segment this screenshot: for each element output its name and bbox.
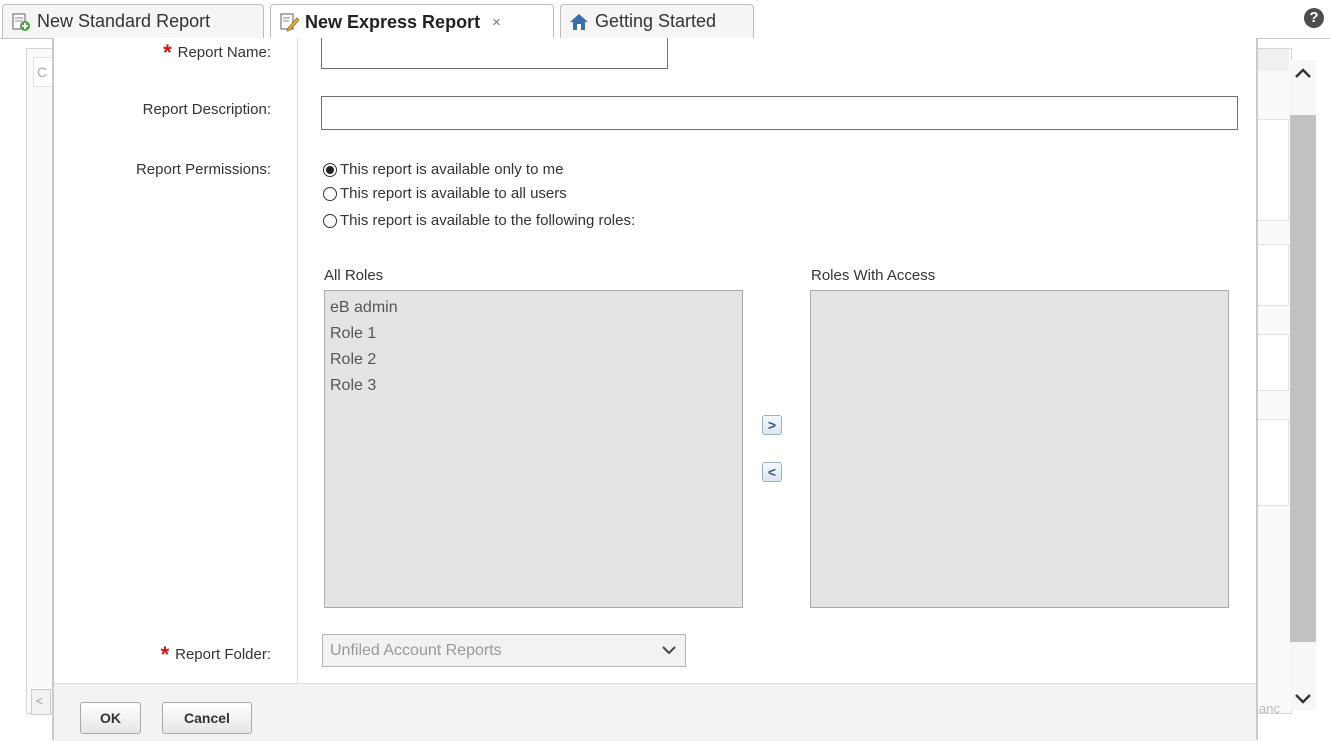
report-description-input[interactable]	[321, 96, 1238, 130]
report-name-label: * Report Name:	[163, 40, 271, 65]
background-cell	[1257, 119, 1289, 221]
tab-label: Getting Started	[595, 11, 717, 31]
report-folder-select[interactable]: Unfiled Account Reports	[322, 634, 686, 667]
scrollbar-thumb[interactable]	[1290, 115, 1316, 642]
chevron-down-icon	[662, 646, 676, 655]
roles-with-access-heading: Roles With Access	[811, 267, 936, 284]
list-item[interactable]: Role 2	[325, 347, 742, 373]
radio-unselected[interactable]	[323, 186, 337, 201]
scroll-up-icon[interactable]	[1292, 62, 1314, 84]
background-cell	[1257, 334, 1289, 391]
permission-option-roles[interactable]: This report is available to the followin…	[323, 212, 635, 229]
tab-new-express-report[interactable]: New Express Report ×	[270, 4, 554, 39]
background-scroll-left: <	[31, 689, 51, 715]
tab-label: New Standard Report	[37, 11, 211, 31]
report-folder-label: * Report Folder:	[160, 642, 271, 667]
all-roles-list[interactable]: eB admin Role 1 Role 2 Role 3	[324, 290, 743, 608]
tab-new-standard-report[interactable]: New Standard Report	[2, 4, 264, 38]
radio-unselected[interactable]	[323, 213, 337, 228]
cancel-button[interactable]: Cancel	[162, 702, 252, 734]
report-add-icon	[12, 12, 30, 31]
report-description-label: Report Description:	[142, 101, 271, 118]
tab-getting-started[interactable]: Getting Started	[560, 4, 754, 38]
remove-role-button[interactable]: <	[762, 462, 782, 482]
home-icon	[570, 13, 588, 30]
report-permissions-label: Report Permissions:	[135, 161, 271, 178]
scroll-down-icon[interactable]	[1292, 688, 1314, 710]
permission-option-only-me[interactable]: This report is available only to me	[323, 161, 563, 178]
background-cell	[1257, 244, 1289, 306]
label-column: * Report Name: Report Description: Report…	[54, 38, 298, 688]
required-marker: *	[163, 40, 172, 65]
report-name-input[interactable]	[321, 38, 668, 69]
list-item[interactable]: eB admin	[325, 295, 742, 321]
roles-with-access-list[interactable]	[810, 290, 1229, 608]
permission-option-all-users[interactable]: This report is available to all users	[323, 185, 567, 202]
background-text: C	[37, 64, 48, 80]
report-edit-icon	[280, 13, 299, 32]
all-roles-heading: All Roles	[324, 267, 384, 284]
list-item[interactable]: Role 1	[325, 321, 742, 347]
required-marker: *	[160, 642, 170, 667]
close-icon[interactable]: ×	[492, 14, 501, 31]
background-cell	[1257, 419, 1289, 506]
background-text: anc	[1259, 701, 1280, 716]
list-item[interactable]: Role 3	[325, 373, 742, 399]
help-icon[interactable]: ?	[1304, 8, 1324, 28]
add-role-button[interactable]: >	[762, 415, 782, 435]
ok-button[interactable]: OK	[80, 702, 141, 734]
radio-selected[interactable]	[323, 162, 337, 177]
tab-label: New Express Report	[305, 11, 481, 32]
tab-bar: New Standard Report New Express Report ×…	[0, 0, 1330, 39]
